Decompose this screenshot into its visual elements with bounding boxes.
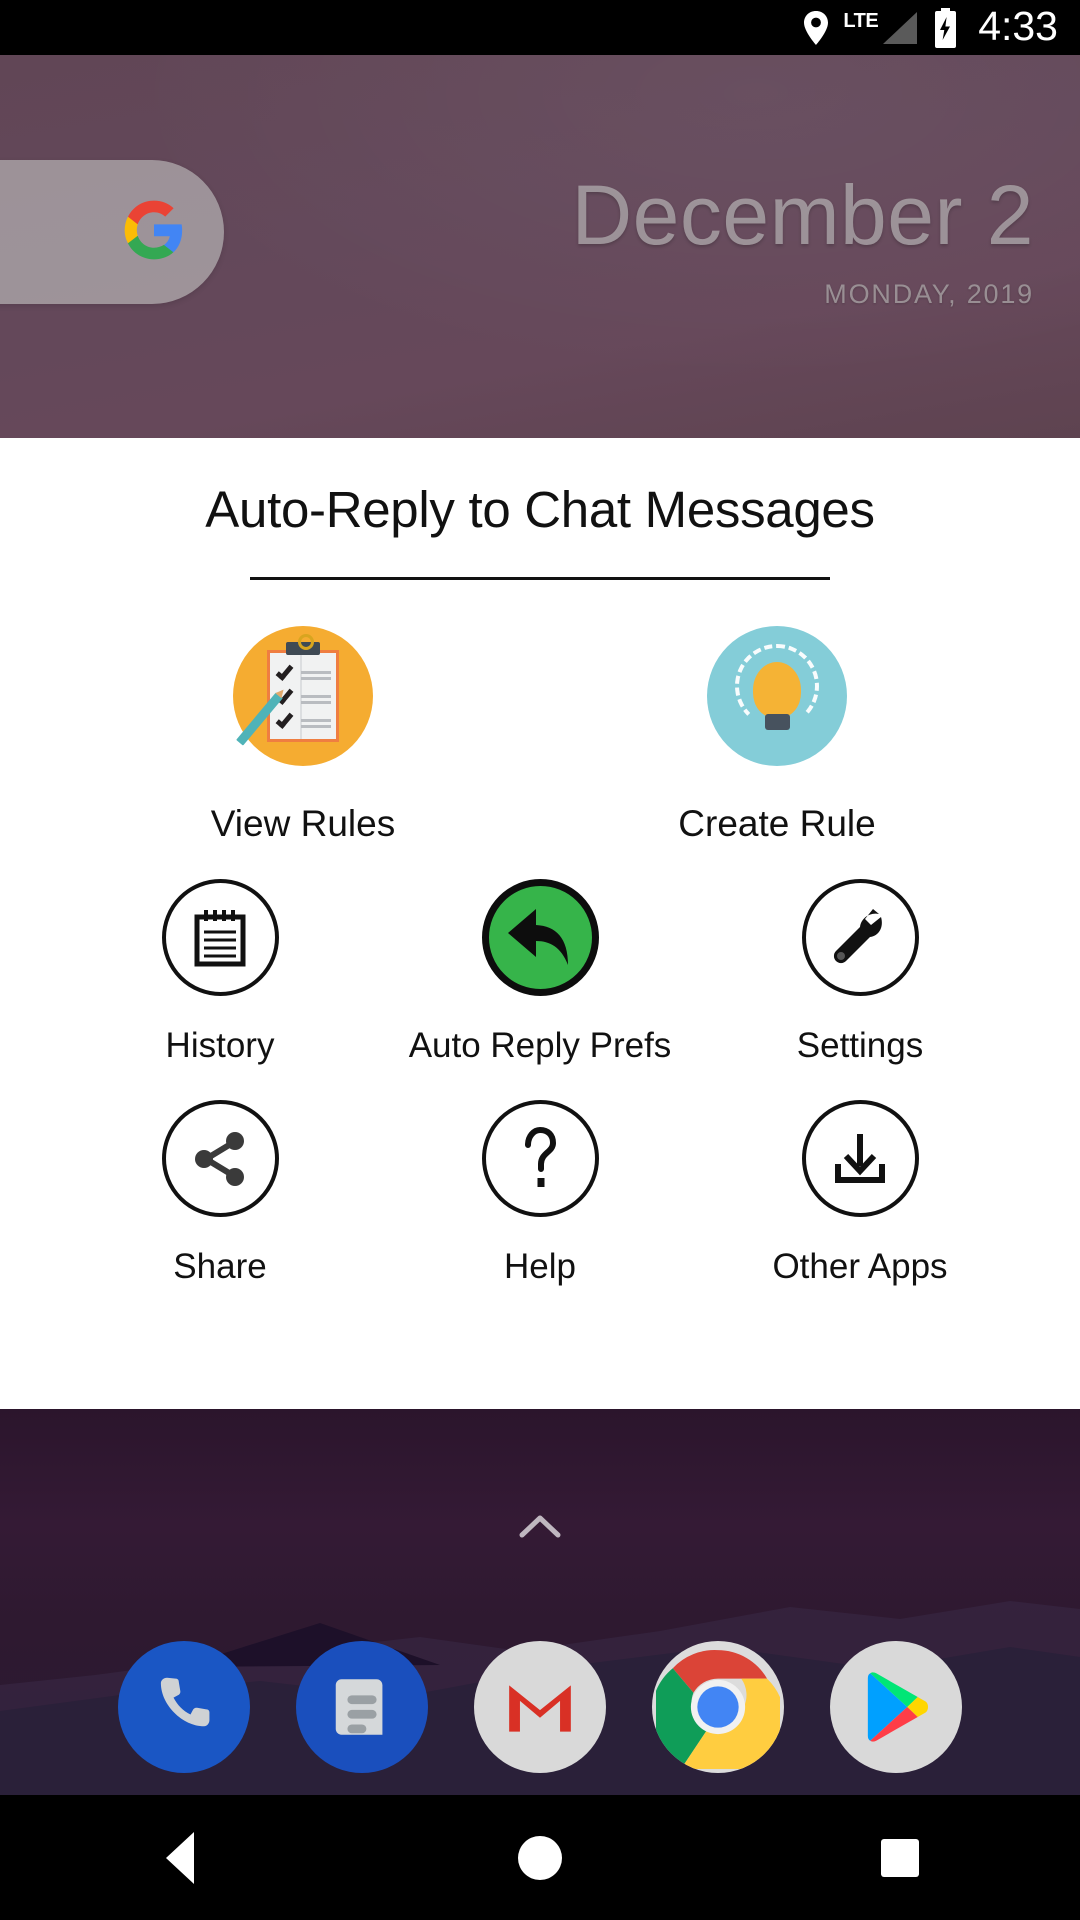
dock bbox=[0, 1641, 1080, 1773]
action-view-rules-label: View Rules bbox=[210, 803, 396, 844]
share-nodes-icon bbox=[161, 1100, 279, 1217]
home-wallpaper-bottom bbox=[0, 1409, 1080, 1795]
actions-row-1: History Auto Reply Prefs Settings bbox=[0, 879, 1080, 1066]
auto-reply-dialog: Auto-Reply to Chat Messages View Rules C… bbox=[0, 438, 1080, 1409]
download-tray-icon bbox=[801, 1100, 919, 1217]
status-bar-clock: 4:33 bbox=[978, 3, 1058, 49]
nav-back-button[interactable] bbox=[80, 1795, 280, 1920]
nav-home-button[interactable] bbox=[440, 1795, 640, 1920]
reply-arrow-icon bbox=[481, 879, 599, 996]
title-divider bbox=[250, 577, 830, 580]
app-drawer-handle[interactable] bbox=[518, 1513, 562, 1544]
action-help[interactable]: Help bbox=[380, 1100, 700, 1287]
action-help-label: Help bbox=[504, 1247, 576, 1286]
action-create-rule[interactable]: Create Rule bbox=[657, 626, 897, 845]
action-auto-reply-prefs[interactable]: Auto Reply Prefs bbox=[380, 879, 700, 1066]
status-bar: LTE 4:33 bbox=[0, 0, 1080, 55]
action-view-rules[interactable]: View Rules bbox=[183, 626, 423, 845]
action-other-apps[interactable]: Other Apps bbox=[700, 1100, 1020, 1287]
dock-play-store[interactable] bbox=[830, 1641, 962, 1773]
question-mark-icon bbox=[481, 1100, 599, 1217]
back-triangle-icon bbox=[166, 1831, 194, 1884]
date-main-text: December 2 bbox=[571, 168, 1034, 262]
chrome-icon bbox=[656, 1650, 780, 1769]
date-sub-text: MONDAY, 2019 bbox=[824, 279, 1034, 309]
page-title: Auto-Reply to Chat Messages bbox=[205, 481, 875, 538]
navigation-bar bbox=[0, 1795, 1080, 1920]
dock-chrome[interactable] bbox=[652, 1641, 784, 1773]
gmail-icon bbox=[509, 1685, 571, 1732]
action-other-apps-label: Other Apps bbox=[772, 1247, 948, 1286]
featured-actions-row: View Rules Create Rule bbox=[0, 626, 1080, 845]
network-label: LTE bbox=[843, 9, 879, 32]
phone-screen: LTE 4:33 December 2 MONDAY, 2019 Auto-Re… bbox=[0, 0, 1080, 1920]
dock-phone[interactable] bbox=[118, 1641, 250, 1773]
actions-row-2: Share Help Other Apps bbox=[0, 1100, 1080, 1287]
dock-messages[interactable] bbox=[296, 1641, 428, 1773]
action-history[interactable]: History bbox=[60, 879, 380, 1066]
network-status: LTE bbox=[843, 11, 919, 45]
action-share[interactable]: Share bbox=[60, 1100, 380, 1287]
wrench-icon bbox=[801, 879, 919, 996]
date-widget[interactable]: December 2 MONDAY, 2019 bbox=[571, 173, 1034, 310]
dock-gmail[interactable] bbox=[474, 1641, 606, 1773]
signal-bars-icon bbox=[881, 11, 919, 45]
notepad-icon bbox=[161, 879, 279, 996]
home-wallpaper-top: December 2 MONDAY, 2019 bbox=[0, 55, 1080, 438]
messages-icon bbox=[335, 1679, 383, 1735]
lightbulb-icon bbox=[707, 626, 847, 766]
action-share-label: Share bbox=[173, 1247, 267, 1286]
action-create-rule-label: Create Rule bbox=[678, 803, 876, 844]
action-settings-label: Settings bbox=[796, 1026, 924, 1065]
google-g-icon bbox=[122, 198, 186, 267]
action-settings[interactable]: Settings bbox=[700, 879, 1020, 1066]
action-history-label: History bbox=[165, 1026, 275, 1065]
action-auto-reply-prefs-label: Auto Reply Prefs bbox=[408, 1026, 672, 1065]
home-circle-icon bbox=[518, 1835, 562, 1880]
nav-recents-button[interactable] bbox=[800, 1795, 1000, 1920]
google-search-pill[interactable] bbox=[0, 160, 224, 304]
clipboard-checklist-icon bbox=[233, 626, 373, 766]
battery-charging-icon bbox=[933, 7, 958, 48]
location-pin-icon bbox=[803, 10, 829, 45]
phone-icon bbox=[160, 1677, 210, 1727]
play-store-icon bbox=[867, 1672, 929, 1742]
recents-square-icon bbox=[881, 1838, 919, 1877]
